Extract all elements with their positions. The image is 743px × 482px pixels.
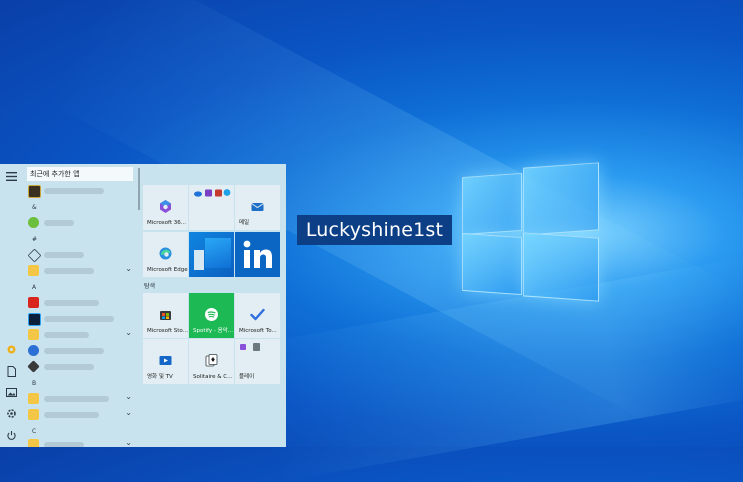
tile-label: Spotify - 음악... [193,328,233,334]
blurred-label [44,300,99,306]
blurred-label [44,348,104,354]
tile-label: 영화 및 TV [147,374,173,380]
play-folder-icon [240,343,260,351]
start-rail [0,164,22,447]
folder-icon [28,265,39,276]
tile-microsoft-todo[interactable]: Microsoft To... [235,293,280,338]
windows-logo-pane [462,172,522,236]
power-icon[interactable] [4,430,18,444]
start-menu: 최근에 추가한 앱 & # ⌄ A ⌄ B ⌄ ⌄ C ⌄ Microsoft … [0,164,286,447]
store-icon [160,311,171,320]
acrobat-icon [28,297,39,308]
windows-logo-wallpaper [462,162,599,302]
blurred-label [44,332,89,338]
tile-mail[interactable]: 메일 [235,185,280,230]
app-icon [28,345,39,356]
blurred-label [44,412,99,418]
tile-label: Solitaire & C... [193,374,233,380]
photos-thumb [205,238,231,268]
tile-solitaire[interactable]: Solitaire & C... [189,339,234,384]
tile-spotify[interactable]: Spotify - 음악... [189,293,234,338]
document-icon[interactable] [4,366,18,380]
app-list: & # ⌄ A ⌄ B ⌄ ⌄ C ⌄ [22,164,138,447]
folder-icon [28,329,39,340]
chevron-down-icon: ⌄ [125,392,132,401]
blurred-label [44,364,94,370]
movies-tv-icon [159,356,172,365]
watermark-caption: Luckyshine1st [297,215,452,245]
tile-linkedin[interactable] [235,232,280,277]
tile-area: Microsoft 36... 메일 Microsoft Edge 탐색 Mic… [142,164,286,447]
tile-play-folder[interactable]: 플레이 [235,339,280,384]
settings-icon[interactable] [4,408,18,422]
chevron-down-icon: ⌄ [125,264,132,273]
list-item[interactable] [27,248,132,263]
tile-microsoft-edge[interactable]: Microsoft Edge [143,232,188,277]
list-item[interactable]: ⌄ [28,328,132,342]
letter-header[interactable]: # [32,236,37,243]
blurred-label [44,188,104,194]
folder-icon [28,409,39,420]
hamburger-icon[interactable] [4,171,18,185]
list-item[interactable] [27,360,132,374]
app-icon [27,360,40,373]
tile-label: 플레이 [239,374,255,380]
letter-header[interactable]: B [32,380,36,387]
windows-logo-pane [523,232,599,302]
tile-label: Microsoft To... [239,328,277,334]
pictures-icon[interactable] [4,387,18,401]
todo-icon [250,308,265,321]
edge-icon [159,247,172,260]
blurred-label [44,268,94,274]
folder-icon [28,439,39,447]
tile-label: Microsoft Edge [147,267,188,273]
letter-header[interactable]: C [32,428,36,435]
chevron-down-icon: ⌄ [125,408,132,417]
3d-viewer-icon [27,248,42,263]
blurred-label [44,442,84,447]
windows-logo-pane [523,162,599,236]
mail-icon [251,203,264,211]
list-item[interactable] [28,184,132,198]
tile-microsoft-365[interactable]: Microsoft 36... [143,185,188,230]
linkedin-icon [243,240,272,268]
photoshop-icon [28,313,41,326]
tile-label: Microsoft 36... [147,220,187,226]
list-item[interactable] [28,312,132,326]
list-item[interactable]: ⌄ [28,392,132,406]
tile-movies-tv[interactable]: 영화 및 TV [143,339,188,384]
tile-label: Microsoft Sto... [147,328,188,334]
list-item[interactable] [28,344,132,358]
windows-logo-pane [462,232,522,296]
chevron-down-icon: ⌄ [125,438,132,447]
blurred-label [44,316,114,322]
spotify-icon [205,308,218,321]
blurred-label [44,220,74,226]
list-item[interactable]: ⌄ [28,408,132,422]
tile-microsoft-store[interactable]: Microsoft Sto... [143,293,188,338]
list-item[interactable] [28,216,132,230]
app-settings-icon[interactable] [4,344,18,358]
tile-office-apps[interactable] [189,185,234,230]
chevron-down-icon: ⌄ [125,328,132,337]
microsoft-365-icon [160,200,171,213]
blurred-label [44,396,109,402]
tile-photos-live[interactable] [189,232,234,277]
list-item[interactable] [28,296,132,310]
letter-header[interactable]: A [32,284,36,291]
utorrent-icon [28,217,39,228]
list-item[interactable]: ⌄ [28,438,132,447]
list-item[interactable]: ⌄ [28,264,132,278]
app-icon [28,185,41,198]
photos-thumb [194,250,204,270]
scrollbar[interactable] [138,168,140,210]
letter-header[interactable]: & [32,204,37,211]
solitaire-icon [205,354,218,367]
office-apps-group-icon [194,189,231,197]
tile-label: 메일 [239,220,250,226]
tile-group-label: 탐색 [144,283,156,290]
folder-icon [28,393,39,404]
blurred-label [44,252,84,258]
